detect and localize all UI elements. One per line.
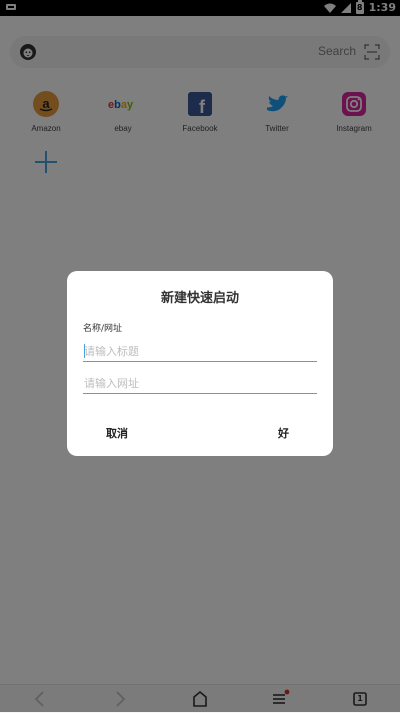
- cancel-button[interactable]: 取消: [106, 425, 128, 441]
- text-cursor: [84, 344, 85, 358]
- ok-button[interactable]: 好: [278, 425, 289, 441]
- name-url-label: 名称/网址: [83, 324, 123, 334]
- dialog-title: 新建快速启动: [160, 291, 239, 306]
- title-input[interactable]: [83, 342, 317, 362]
- new-shortcut-dialog: 新建快速启动 名称/网址 取消 好: [67, 271, 333, 456]
- url-input[interactable]: [83, 374, 317, 394]
